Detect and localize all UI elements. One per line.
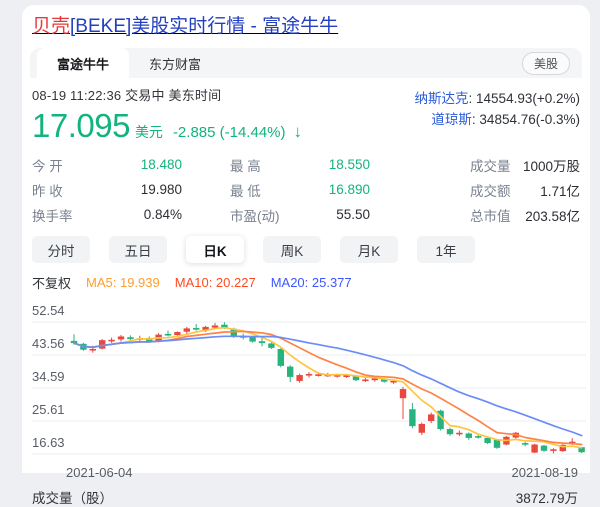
ma-legend-item: MA10: 20.227 xyxy=(175,275,256,290)
tab-eastmoney[interactable]: 东方财富 xyxy=(129,48,221,78)
svg-text:16.63: 16.63 xyxy=(32,435,65,450)
stat-item: 昨 收 19.980 xyxy=(32,177,182,202)
stat-item: 最 低 16.890 xyxy=(182,177,370,202)
stat-item: 最 高 18.550 xyxy=(182,152,370,177)
stat-label: 总市值 xyxy=(470,205,511,225)
index-quotes: 纳斯达克: 14554.93(+0.2%) 道琼斯: 34854.76(-0.3… xyxy=(415,85,580,145)
tab-futu[interactable]: 富途牛牛 xyxy=(37,48,129,78)
stat-label: 最 低 xyxy=(230,180,261,200)
stat-value: 19.980 xyxy=(141,182,182,197)
stats-grid: 今 开 18.480 最 高 18.550 成交量 1000万股昨 收 19.980 最 低 1… xyxy=(30,152,582,227)
period-button-1年[interactable]: 1年 xyxy=(417,236,475,263)
kline-chart[interactable]: 52.54 43.56 34.59 25.61 16.63 xyxy=(30,294,582,462)
quote-card: 贝壳[BEKE]美股实时行情 - 富途牛牛 富途牛牛 东方财富 美股 08-19… xyxy=(22,5,590,473)
stat-value: 18.480 xyxy=(141,157,182,172)
stat-item: 今 开 18.480 xyxy=(32,152,182,177)
stat-label: 昨 收 xyxy=(32,180,63,200)
tab-futu-label: 富途牛牛 xyxy=(57,54,109,73)
stat-value: 0.84% xyxy=(144,207,182,222)
source-tabbar: 富途牛牛 东方财富 美股 xyxy=(30,48,582,78)
svg-text:25.61: 25.61 xyxy=(32,402,65,417)
title-stock-name: 贝壳 xyxy=(32,16,70,37)
period-button-日K[interactable]: 日K xyxy=(186,236,244,263)
nasdaq-value: : 14554.93(+0.2%) xyxy=(469,91,580,106)
stat-item: 成交额 1.71亿 xyxy=(370,177,580,202)
price-row: 17.095 美元 -2.885 (-14.44%) ↓ xyxy=(32,107,302,145)
svg-text:52.54: 52.54 xyxy=(32,303,65,318)
market-badge: 美股 xyxy=(522,52,570,75)
kline-svg: 52.54 43.56 34.59 25.61 16.63 xyxy=(32,294,586,462)
stat-value: 18.550 xyxy=(329,157,370,172)
stat-label: 成交量 xyxy=(470,155,511,175)
stat-label: 市盈(动) xyxy=(230,205,280,225)
volume-row: 成交量（股） 3872.79万 xyxy=(30,487,582,507)
svg-text:43.56: 43.56 xyxy=(32,336,65,351)
ma-legend-item: MA5: 19.939 xyxy=(86,275,160,290)
index-row-dow: 道琼斯: 34854.76(-0.3%) xyxy=(415,109,580,130)
down-arrow-icon: ↓ xyxy=(294,122,303,142)
period-button-周K[interactable]: 周K xyxy=(263,236,321,263)
volume-value: 3872.79万 xyxy=(516,487,578,507)
title-rest: [BEKE]美股实时行情 - 富途牛牛 xyxy=(70,16,338,37)
stat-label: 成交额 xyxy=(470,180,511,200)
period-tabs: 分时五日日K 周K 月K 1年 xyxy=(30,236,582,263)
currency-label: 美元 xyxy=(135,122,163,142)
stat-item: 成交量 1000万股 xyxy=(370,152,580,177)
stat-item: 换手率 0.84% xyxy=(32,202,182,227)
price-change: -2.885 (-14.44%) xyxy=(173,124,286,141)
stat-value: 55.50 xyxy=(336,207,370,222)
stat-value: 1.71亿 xyxy=(540,180,580,200)
stat-label: 最 高 xyxy=(230,155,261,175)
quote-timestamp: 08-19 11:22:36 交易中 美东时间 xyxy=(32,85,302,104)
dow-link[interactable]: 道琼斯 xyxy=(431,112,472,127)
stat-label: 换手率 xyxy=(32,205,73,225)
period-button-月K[interactable]: 月K xyxy=(340,236,398,263)
stat-value: 1000万股 xyxy=(523,155,580,175)
page-title-link[interactable]: 贝壳[BEKE]美股实时行情 - 富途牛牛 xyxy=(32,15,338,39)
stat-item: 总市值 203.58亿 xyxy=(370,202,580,227)
x-axis-labels: 2021-06-04 2021-08-19 xyxy=(30,462,582,480)
quote-header: 08-19 11:22:36 交易中 美东时间 17.095 美元 -2.885… xyxy=(30,85,582,145)
volume-label: 成交量（股） xyxy=(32,487,113,507)
dow-value: : 34854.76(-0.3%) xyxy=(472,112,580,127)
stat-item: 市盈(动) 55.50 xyxy=(182,202,370,227)
stat-label: 今 开 xyxy=(32,155,63,175)
ma-legend: 不复权 MA5: 19.939 MA10: 20.227 MA20: 25.377 xyxy=(30,273,582,292)
svg-text:34.59: 34.59 xyxy=(32,369,65,384)
ma-legend-item: MA20: 25.377 xyxy=(271,275,352,290)
tab-eastmoney-label: 东方财富 xyxy=(149,54,201,73)
adjust-mode-label[interactable]: 不复权 xyxy=(32,273,71,292)
stat-value: 16.890 xyxy=(329,182,370,197)
period-button-分时[interactable]: 分时 xyxy=(32,236,90,263)
index-row-nasdaq: 纳斯达克: 14554.93(+0.2%) xyxy=(415,88,580,109)
quote-left: 08-19 11:22:36 交易中 美东时间 17.095 美元 -2.885… xyxy=(32,85,302,145)
stat-value: 203.58亿 xyxy=(525,205,580,225)
nasdaq-link[interactable]: 纳斯达克 xyxy=(415,91,469,106)
period-button-五日[interactable]: 五日 xyxy=(109,236,167,263)
last-price: 17.095 xyxy=(32,107,130,145)
